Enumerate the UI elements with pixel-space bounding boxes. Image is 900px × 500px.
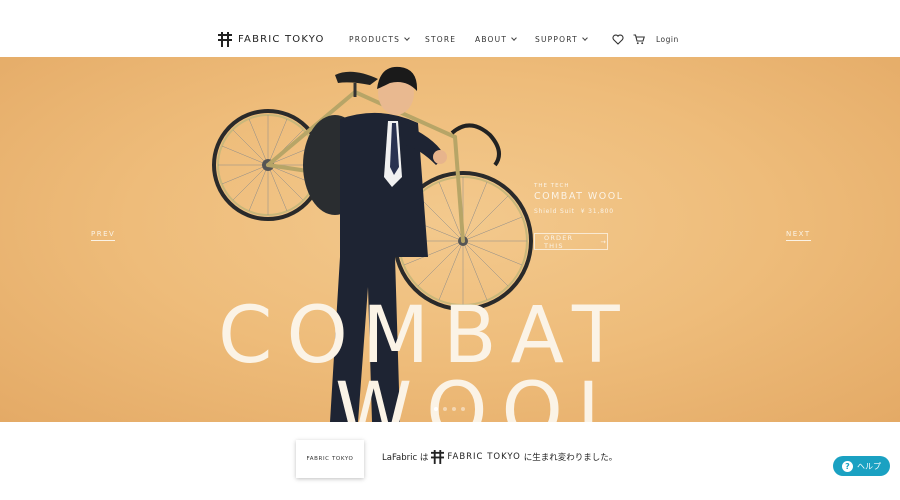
main-nav: PRODUCTS STORE ABOUT SUPPORT — [0, 35, 900, 47]
login-link[interactable]: Login — [656, 35, 679, 44]
brand-card-image: FABRIC TOKYO — [296, 440, 364, 478]
nav-products-label: PRODUCTS — [349, 35, 401, 44]
order-this-button[interactable]: ORDER THIS → — [534, 233, 608, 250]
help-button[interactable]: ? ヘルプ — [833, 456, 890, 476]
brand-card-text: FABRIC TOKYO — [306, 456, 354, 462]
slide-dot[interactable] — [434, 407, 438, 411]
next-slide-button[interactable]: NEXT — [786, 230, 811, 241]
site-header: FABRIC TOKYO PRODUCTS STORE ABOUT SUPPOR… — [0, 0, 900, 57]
slide-dot[interactable] — [461, 407, 465, 411]
promo-item: Shield Suit — [534, 208, 575, 215]
chevron-down-icon — [582, 35, 588, 41]
hero-slider: COMBAT WOOL PREV NEXT THE TECH COMBAT WO… — [0, 57, 900, 422]
rebrand-prefix: LaFabric は — [382, 453, 429, 463]
logo-mark-icon — [431, 450, 445, 464]
hero-headline-line-1: COMBAT — [218, 291, 634, 381]
help-label: ヘルプ — [857, 461, 881, 471]
nav-products[interactable]: PRODUCTS — [349, 35, 410, 44]
promo-title: COMBAT WOOL — [534, 191, 624, 202]
hero-promo: THE TECH COMBAT WOOL Shield Suit ¥ 31,80… — [534, 183, 624, 215]
slide-indicator — [434, 407, 465, 411]
promo-product-line: Shield Suit ¥ 31,800 — [534, 208, 624, 215]
rebrand-suffix: に生まれ変わりました。 — [523, 453, 618, 463]
nav-support-label: SUPPORT — [535, 35, 578, 44]
heart-icon[interactable] — [612, 34, 624, 45]
chevron-down-icon — [404, 35, 410, 41]
arrow-right-icon: → — [600, 237, 607, 246]
rebrand-notice[interactable]: LaFabric は FABRIC TOKYO に生まれ変わりました。 — [382, 450, 617, 464]
cart-icon[interactable] — [633, 34, 645, 45]
slide-dot[interactable] — [443, 407, 447, 411]
chevron-down-icon — [511, 35, 517, 41]
question-icon: ? — [842, 460, 853, 472]
rebrand-brand: FABRIC TOKYO — [447, 452, 521, 462]
slide-dot[interactable] — [452, 407, 456, 411]
hero-headline-line-2: WOOL — [335, 367, 635, 422]
order-this-label: ORDER THIS — [544, 233, 574, 250]
nav-store[interactable]: STORE — [425, 35, 456, 44]
prev-slide-button[interactable]: PREV — [91, 230, 116, 241]
nav-store-label: STORE — [425, 35, 457, 44]
nav-support[interactable]: SUPPORT — [535, 35, 588, 44]
nav-about[interactable]: ABOUT — [475, 35, 517, 44]
promo-subtitle: THE TECH — [534, 183, 570, 189]
promo-price: ¥ 31,800 — [580, 208, 614, 215]
nav-about-label: ABOUT — [475, 35, 508, 44]
